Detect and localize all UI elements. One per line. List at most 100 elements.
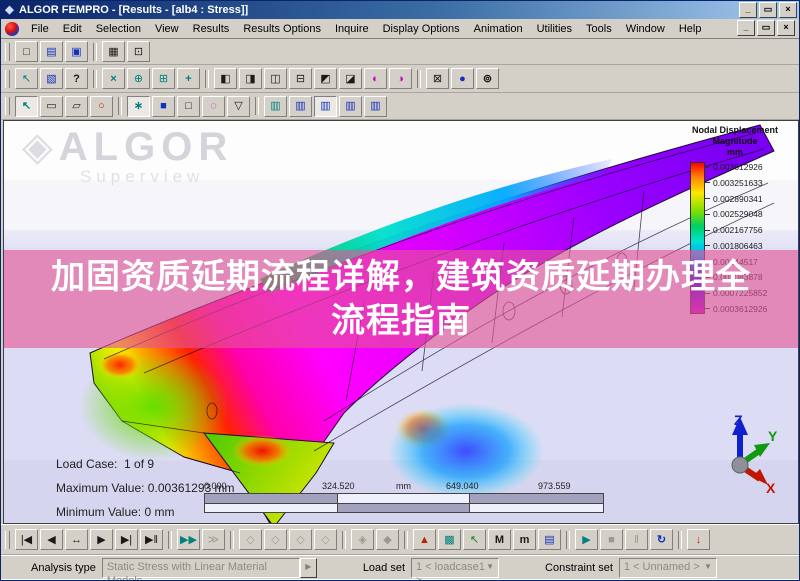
restore-button[interactable]: ▭ <box>759 2 777 18</box>
max-label-button[interactable]: M <box>488 529 511 550</box>
origin-axes-button[interactable]: ∗ <box>127 95 150 117</box>
toolbar-grip[interactable] <box>5 97 10 115</box>
min-label-button[interactable]: m <box>513 529 536 550</box>
menu-utilities[interactable]: Utilities <box>530 21 579 37</box>
report-button[interactable]: ▤ <box>538 529 561 550</box>
legend-tick-row: 0.002167756 <box>705 225 767 235</box>
toolbar-separator <box>417 69 421 88</box>
select-circle-button[interactable]: ○ <box>90 95 113 117</box>
view-top-button[interactable]: ◫ <box>264 68 287 89</box>
menu-display-options[interactable]: Display Options <box>376 21 467 37</box>
view-left-button[interactable]: ◩ <box>314 68 337 89</box>
video-pause-button[interactable]: ‖ <box>625 529 648 550</box>
mdi-minimize-button[interactable]: _ <box>737 20 755 36</box>
video-loop-button[interactable]: ↻ <box>650 529 673 550</box>
constraint-set-dropdown[interactable]: 1 < Unnamed > ▼ <box>618 557 717 578</box>
open-file-button[interactable]: ▤ <box>40 41 63 62</box>
video-record-button[interactable]: ▶ <box>575 529 598 550</box>
toolbar-separator <box>230 530 234 549</box>
view-iso-button[interactable]: ◐ <box>364 68 387 89</box>
select-rect-button[interactable]: ▭ <box>40 95 63 117</box>
select-region-button[interactable]: ▱ <box>65 95 88 117</box>
view-iso2-button[interactable]: ◑ <box>389 68 412 89</box>
legend-tick-row: 0.002890341 <box>705 194 767 204</box>
transparent-view-button[interactable]: □ <box>177 95 200 117</box>
animate-button[interactable]: ▶▶ <box>177 529 200 550</box>
presentation-tab4-button[interactable]: ▥ <box>339 95 362 117</box>
menu-animation[interactable]: Animation <box>467 21 530 37</box>
wireframe-view-button[interactable]: ◌ <box>202 95 225 117</box>
menu-selection[interactable]: Selection <box>89 21 148 37</box>
print-button[interactable]: ▦ <box>102 41 125 62</box>
menu-inquire[interactable]: Inquire <box>328 21 376 37</box>
legend-value: 0.002167756 <box>713 225 763 236</box>
toolbar-grip[interactable] <box>5 42 10 61</box>
view-front-button[interactable]: ◧ <box>214 68 237 89</box>
presentation-tab1-button[interactable]: ▥ <box>264 95 287 117</box>
prev-frame-button[interactable]: ◀ <box>40 529 63 550</box>
shaded-view-button[interactable]: ● <box>451 68 474 89</box>
select-cursor-button[interactable]: ↖ <box>15 95 38 117</box>
skip-frames-button[interactable]: ≫ <box>202 529 225 550</box>
pan-button[interactable]: + <box>177 68 200 89</box>
menu-edit[interactable]: Edit <box>56 21 89 37</box>
document-icon[interactable] <box>5 21 19 36</box>
find-button[interactable]: ⊚ <box>476 68 499 89</box>
title-bar: ◆ ALGOR FEMPRO - [Results - [alb4 : Stre… <box>1 1 799 19</box>
toolbar-standard: □ ▤ ▣ ▦ ⊡ <box>1 39 799 65</box>
view-right-button[interactable]: ◪ <box>339 68 362 89</box>
anim-copy2-button[interactable]: ◆ <box>376 529 399 550</box>
pick-tool-button[interactable]: ↖ <box>15 68 38 89</box>
legend-tick-mark <box>705 166 710 168</box>
toolbar-grip[interactable] <box>5 69 10 88</box>
help-pick-button[interactable]: ? <box>65 68 88 89</box>
next-frame-button[interactable]: ▶| <box>115 529 138 550</box>
video-save-button[interactable]: ↓ <box>687 529 710 550</box>
filter-button[interactable]: ▽ <box>227 95 250 117</box>
ruler-cell <box>205 494 338 503</box>
render-settings-button[interactable]: ▧ <box>40 68 63 89</box>
results-viewport[interactable]: ◈ ALGOR Superview Nodal Displacement Mag… <box>3 120 799 524</box>
camera-button[interactable]: ▩ <box>438 529 461 550</box>
print-preview-button[interactable]: ⊡ <box>127 41 150 62</box>
view-back-button[interactable]: ◨ <box>239 68 262 89</box>
first-frame-button[interactable]: |◀ <box>15 529 38 550</box>
menu-view[interactable]: View <box>148 21 186 37</box>
menu-help[interactable]: Help <box>672 21 709 37</box>
anim-view2-button[interactable]: ◇ <box>264 529 287 550</box>
close-button[interactable]: × <box>779 2 797 18</box>
load-set-dropdown[interactable]: 1 < loadcase1 > ▼ <box>411 557 500 580</box>
menu-results[interactable]: Results <box>186 21 237 37</box>
save-button[interactable]: ▣ <box>65 41 88 62</box>
fit-window-button[interactable]: ⊠ <box>426 68 449 89</box>
headline-line2: 流程指南 <box>331 302 471 340</box>
menu-file[interactable]: File <box>24 21 56 37</box>
mdi-restore-button[interactable]: ▭ <box>757 20 775 36</box>
anim-copy-button[interactable]: ◈ <box>351 529 374 550</box>
toolbar-grip[interactable] <box>5 530 10 549</box>
last-frame-button[interactable]: ▶‖ <box>140 529 163 550</box>
anim-view4-button[interactable]: ◇ <box>314 529 337 550</box>
center-frame-button[interactable]: ↔ <box>65 529 88 550</box>
probe-button[interactable]: ↖ <box>463 529 486 550</box>
presentation-tab5-button[interactable]: ▥ <box>364 95 387 117</box>
minimize-button[interactable]: _ <box>739 2 757 18</box>
anim-view3-button[interactable]: ◇ <box>289 529 312 550</box>
menu-tools[interactable]: Tools <box>579 21 619 37</box>
zoom-in-button[interactable]: ⊕ <box>127 68 150 89</box>
presentation-tab2-button[interactable]: ▥ <box>289 95 312 117</box>
analysis-type-arrow-button[interactable]: ▶ <box>299 557 317 578</box>
new-file-button[interactable]: □ <box>15 41 38 62</box>
menu-window[interactable]: Window <box>619 21 672 37</box>
mdi-close-button[interactable]: × <box>777 20 795 36</box>
zoom-extents-button[interactable]: × <box>102 68 125 89</box>
presentation-tab3-button[interactable]: ▥ <box>314 95 337 117</box>
solid-view-button[interactable]: ■ <box>152 95 175 117</box>
menu-results-options[interactable]: Results Options <box>236 21 328 37</box>
zoom-window-button[interactable]: ⊞ <box>152 68 175 89</box>
elevation-button[interactable]: ▲ <box>413 529 436 550</box>
video-stop-button[interactable]: ■ <box>600 529 623 550</box>
anim-view1-button[interactable]: ◇ <box>239 529 262 550</box>
play-button[interactable]: ▶ <box>90 529 113 550</box>
view-bottom-button[interactable]: ⊟ <box>289 68 312 89</box>
